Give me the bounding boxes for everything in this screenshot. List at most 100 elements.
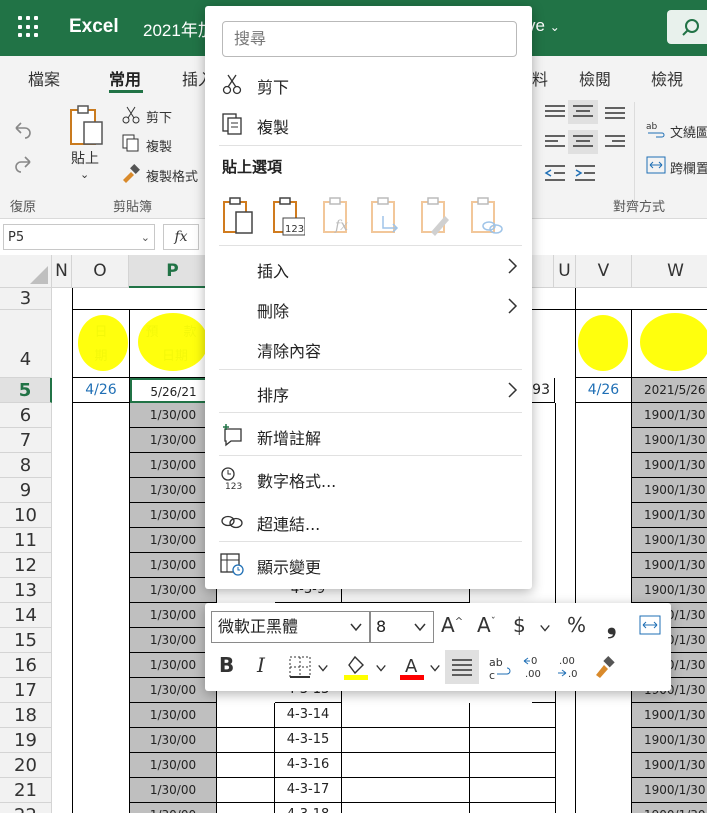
format-painter-icon[interactable] xyxy=(593,655,617,679)
name-box[interactable]: P5 ⌄ xyxy=(3,224,155,250)
context-search-input[interactable]: 搜尋 xyxy=(222,21,517,57)
cell-u[interactable] xyxy=(470,803,556,813)
column-header-o[interactable]: O xyxy=(72,255,129,288)
tab-view[interactable]: 檢視 xyxy=(651,66,683,90)
paste-icon[interactable] xyxy=(68,104,106,148)
row-header-8[interactable]: 8 xyxy=(0,453,52,478)
cell-u[interactable] xyxy=(470,728,556,753)
app-launcher-icon[interactable] xyxy=(18,16,40,38)
column-header-t[interactable] xyxy=(532,255,554,288)
cell-p[interactable]: 1/30/00 xyxy=(130,653,217,678)
cell-w[interactable]: 1900/1/30 xyxy=(632,528,707,553)
align-right-icon[interactable] xyxy=(604,134,626,150)
row-header-16[interactable]: 16 xyxy=(0,653,52,678)
select-all-corner[interactable] xyxy=(0,255,52,288)
decrease-decimal-icon[interactable]: .00.0 xyxy=(557,653,583,681)
row-header-13[interactable]: 13 xyxy=(0,578,52,603)
cell-p[interactable]: 1/30/00 xyxy=(130,678,217,703)
cell-q[interactable] xyxy=(217,703,275,728)
row-header-3[interactable]: 3 xyxy=(0,288,52,310)
copy-label[interactable]: 複製 xyxy=(146,136,172,155)
decrease-font-size-icon[interactable]: Aˇ xyxy=(477,613,496,637)
wrap-text-icon[interactable]: ab xyxy=(646,120,666,138)
chevron-down-icon[interactable] xyxy=(539,622,551,634)
cut-icon[interactable] xyxy=(122,106,140,124)
cell-s19[interactable]: 4-3-15 xyxy=(275,728,342,753)
cell-t[interactable] xyxy=(342,778,470,803)
decrease-indent-icon[interactable] xyxy=(544,164,566,182)
fill-color-icon[interactable] xyxy=(343,653,369,681)
cell-w[interactable]: 1900/1/30 xyxy=(632,503,707,528)
column-header-n[interactable]: N xyxy=(52,255,72,288)
cell-p[interactable]: 1/30/00 xyxy=(130,628,217,653)
menu-item-sort[interactable]: 排序 xyxy=(205,372,532,412)
paste-values-icon[interactable]: 123 xyxy=(271,196,305,236)
paste-formulas-icon[interactable]: fx xyxy=(321,196,355,236)
cell-w[interactable]: 1900/1/30 xyxy=(632,403,707,428)
cell-p[interactable]: 1/30/00 xyxy=(130,603,217,628)
paste-label[interactable]: 貼上 xyxy=(71,148,99,168)
menu-item-cut[interactable]: 剪下 xyxy=(205,64,532,104)
cell-p[interactable]: 1/30/00 xyxy=(130,528,217,553)
chevron-down-icon[interactable] xyxy=(375,662,387,674)
cell-w[interactable]: 1900/1/30 xyxy=(632,753,707,778)
row-header-7[interactable]: 7 xyxy=(0,428,52,453)
cell-p[interactable]: 1/30/00 xyxy=(130,578,217,603)
cell-u[interactable] xyxy=(470,703,556,728)
percent-format-icon[interactable]: % xyxy=(567,613,586,637)
paste-formatting-icon[interactable] xyxy=(419,196,453,236)
merge-center-icon[interactable] xyxy=(646,156,666,174)
row-header-19[interactable]: 19 xyxy=(0,728,52,753)
cell-q[interactable] xyxy=(217,803,275,813)
menu-item-show-changes[interactable]: 顯示變更 xyxy=(205,544,532,584)
align-top-icon[interactable] xyxy=(544,104,566,120)
row-header-5[interactable]: 5 xyxy=(0,378,52,403)
format-painter-icon[interactable] xyxy=(121,164,141,184)
cell-p[interactable]: 1/30/00 xyxy=(130,703,217,728)
insert-function-button[interactable]: fx xyxy=(163,224,199,250)
menu-item-number-format[interactable]: 123 數字格式... xyxy=(205,458,532,498)
cell-u[interactable] xyxy=(470,753,556,778)
row-header-18[interactable]: 18 xyxy=(0,703,52,728)
tab-review[interactable]: 檢閱 xyxy=(579,66,611,90)
chevron-down-icon[interactable] xyxy=(317,662,329,674)
cell-p[interactable]: 1/30/00 xyxy=(130,503,217,528)
cell-w[interactable]: 1900/1/30 xyxy=(632,553,707,578)
column-header-v[interactable]: V xyxy=(576,255,632,288)
font-color-icon[interactable]: A xyxy=(399,653,425,681)
align-middle-button[interactable] xyxy=(568,100,598,124)
app-name[interactable]: Excel xyxy=(69,16,119,38)
menu-item-copy[interactable]: 複製 xyxy=(205,104,532,144)
row-header-11[interactable]: 11 xyxy=(0,528,52,553)
row-header-21[interactable]: 21 xyxy=(0,778,52,803)
merge-center-label[interactable]: 跨欄置 xyxy=(670,158,707,177)
tab-data[interactable]: 料 xyxy=(532,66,548,90)
cell-t[interactable] xyxy=(342,728,470,753)
cell-u[interactable] xyxy=(470,778,556,803)
paste-dropdown-chevron-icon[interactable]: ⌄ xyxy=(80,168,89,181)
row-header-4[interactable]: 4 xyxy=(0,310,52,378)
cell-w[interactable]: 1900/1/30 xyxy=(632,478,707,503)
cell-p[interactable]: 1/30/00 xyxy=(130,403,217,428)
undo-icon[interactable] xyxy=(12,118,34,140)
align-center-button[interactable] xyxy=(568,130,598,154)
cell-q[interactable] xyxy=(217,753,275,778)
cell-v5[interactable]: 4/26 xyxy=(576,378,632,403)
cell-s21[interactable]: 4-3-17 xyxy=(275,778,342,803)
align-bottom-icon[interactable] xyxy=(604,106,626,122)
italic-icon[interactable]: I xyxy=(257,653,265,677)
cell-w[interactable]: 1900/1/30 xyxy=(632,778,707,803)
cell-w[interactable]: 1900/1/30 xyxy=(632,803,707,813)
cell-p[interactable]: 1/30/00 xyxy=(130,453,217,478)
font-name-select[interactable]: 微軟正黑體 xyxy=(211,611,370,643)
wrap-text-label[interactable]: 文繞圖 xyxy=(670,122,707,141)
paste-icon[interactable] xyxy=(221,196,255,236)
menu-item-new-comment[interactable]: 新增註解 xyxy=(205,415,532,455)
comma-style-icon[interactable]: ❟ xyxy=(607,611,616,639)
row-header-22[interactable]: 22 xyxy=(0,803,52,813)
row-header-6[interactable]: 6 xyxy=(0,403,52,428)
align-center-button[interactable] xyxy=(445,650,479,684)
currency-format-icon[interactable]: $ xyxy=(513,613,526,637)
row-header-17[interactable]: 17 xyxy=(0,678,52,703)
cell-p[interactable]: 1/30/00 xyxy=(130,728,217,753)
